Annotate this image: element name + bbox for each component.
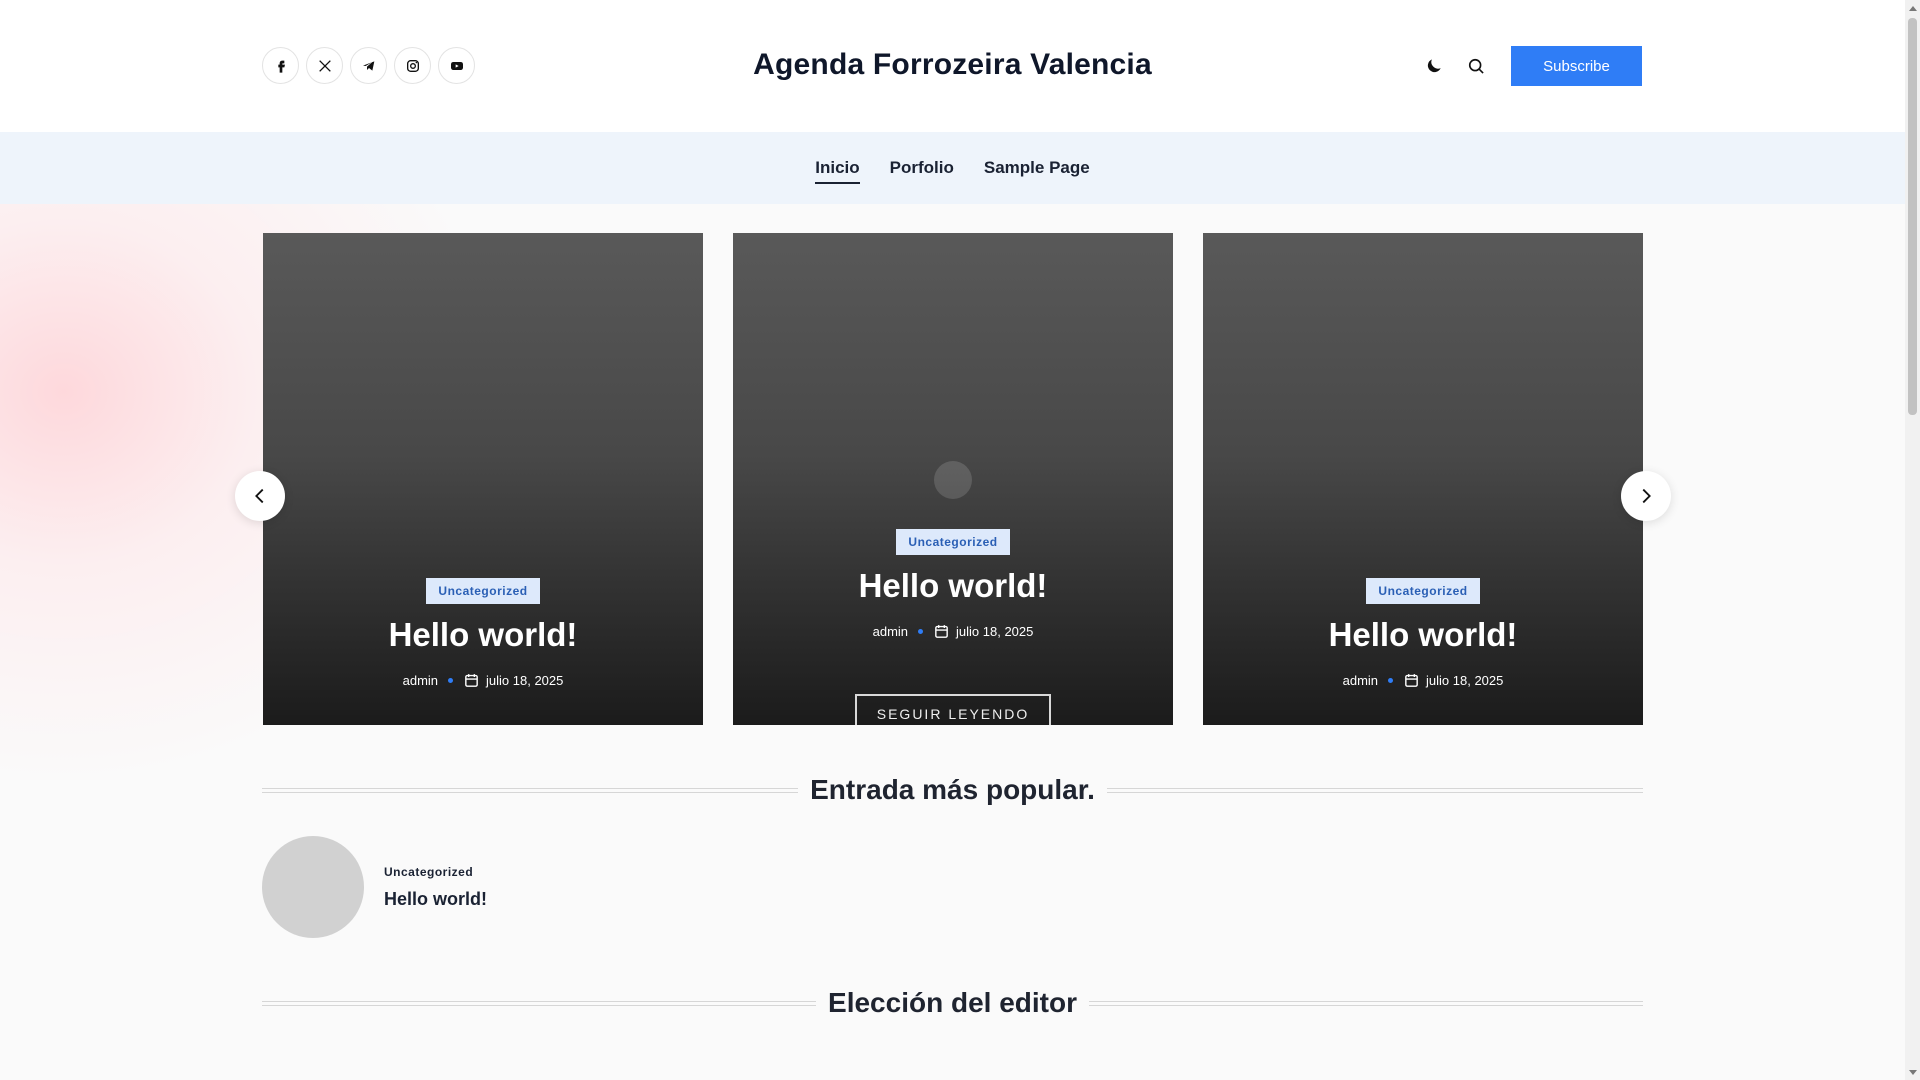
nav-item-porfolio[interactable]: Porfolio [890, 152, 954, 184]
divider [1088, 1000, 1644, 1006]
card-meta: admin julio 18, 2025 [263, 672, 703, 689]
author-link[interactable]: admin [1343, 673, 1378, 688]
divider [262, 787, 799, 793]
scroll-up-arrow-icon[interactable] [1905, 0, 1920, 15]
card-title[interactable]: Hello world! [1203, 616, 1643, 654]
nav-item-sample-page[interactable]: Sample Page [984, 152, 1090, 184]
page: Agenda Forrozeira Valencia Subscribe Ini… [0, 0, 1905, 1080]
slider-next-button[interactable] [1621, 471, 1671, 521]
site-header: Agenda Forrozeira Valencia Subscribe [0, 0, 1905, 132]
calendar-icon [465, 674, 478, 687]
search-icon[interactable] [1456, 46, 1496, 86]
scrollbar-thumb[interactable] [1908, 18, 1917, 415]
date: julio 18, 2025 [1403, 672, 1503, 689]
author-link[interactable]: admin [873, 624, 908, 639]
card-title[interactable]: Hello world! [263, 616, 703, 654]
meta-separator [918, 629, 924, 634]
card-content: Uncategorized Hello world! admin julio 1… [1203, 578, 1643, 689]
post-thumbnail[interactable] [262, 836, 364, 938]
slider-card[interactable]: Uncategorized Hello world! admin julio 1… [1203, 233, 1643, 725]
category-badge[interactable]: Uncategorized [1366, 578, 1480, 604]
moon-icon[interactable] [1414, 46, 1454, 86]
date-text: julio 18, 2025 [956, 624, 1034, 639]
card-content: Uncategorized Hello world! admin julio 1… [733, 461, 1173, 725]
popular-post: Uncategorized Hello world! [262, 836, 487, 938]
category-badge[interactable]: Uncategorized [896, 529, 1010, 555]
section-title: Elección del editor [828, 987, 1077, 1018]
popular-section-heading: Entrada más popular. [262, 774, 1643, 806]
divider [1106, 787, 1643, 793]
calendar-icon [935, 625, 948, 638]
slider-card-active[interactable]: Uncategorized Hello world! admin julio 1… [733, 233, 1173, 725]
category-badge[interactable]: Uncategorized [426, 578, 540, 604]
nav-item-inicio[interactable]: Inicio [815, 152, 861, 184]
author-link[interactable]: admin [403, 673, 438, 688]
chevron-right-icon [1642, 488, 1651, 504]
slider-card[interactable]: Uncategorized Hello world! admin julio 1… [263, 233, 703, 725]
post-title[interactable]: Hello world! [384, 889, 487, 910]
post-category[interactable]: Uncategorized [384, 865, 487, 879]
card-content: Uncategorized Hello world! admin julio 1… [263, 578, 703, 689]
read-more-button[interactable]: SEGUIR LEYENDO [854, 694, 1052, 725]
card-meta: admin julio 18, 2025 [1203, 672, 1643, 689]
subscribe-button[interactable]: Subscribe [1511, 46, 1642, 86]
calendar-icon [1405, 674, 1418, 687]
date-text: julio 18, 2025 [486, 673, 564, 688]
section-title: Entrada más popular. [810, 774, 1095, 805]
date-text: julio 18, 2025 [1426, 673, 1504, 688]
page-scrollbar[interactable] [1905, 0, 1920, 1080]
slider-prev-button[interactable] [235, 471, 285, 521]
chevron-left-icon [255, 488, 264, 504]
editor-section-heading: Elección del editor [262, 987, 1644, 1019]
date: julio 18, 2025 [463, 672, 563, 689]
card-title[interactable]: Hello world! [733, 567, 1173, 605]
scroll-down-arrow-icon[interactable] [1905, 1065, 1920, 1080]
card-meta: admin julio 18, 2025 [733, 623, 1173, 640]
popular-post-text: Uncategorized Hello world! [384, 865, 487, 910]
divider [262, 1000, 817, 1006]
date: julio 18, 2025 [933, 623, 1033, 640]
main-nav: Inicio Porfolio Sample Page [0, 132, 1905, 204]
meta-separator [448, 678, 454, 683]
meta-separator [1388, 678, 1394, 683]
media-indicator [934, 461, 972, 499]
